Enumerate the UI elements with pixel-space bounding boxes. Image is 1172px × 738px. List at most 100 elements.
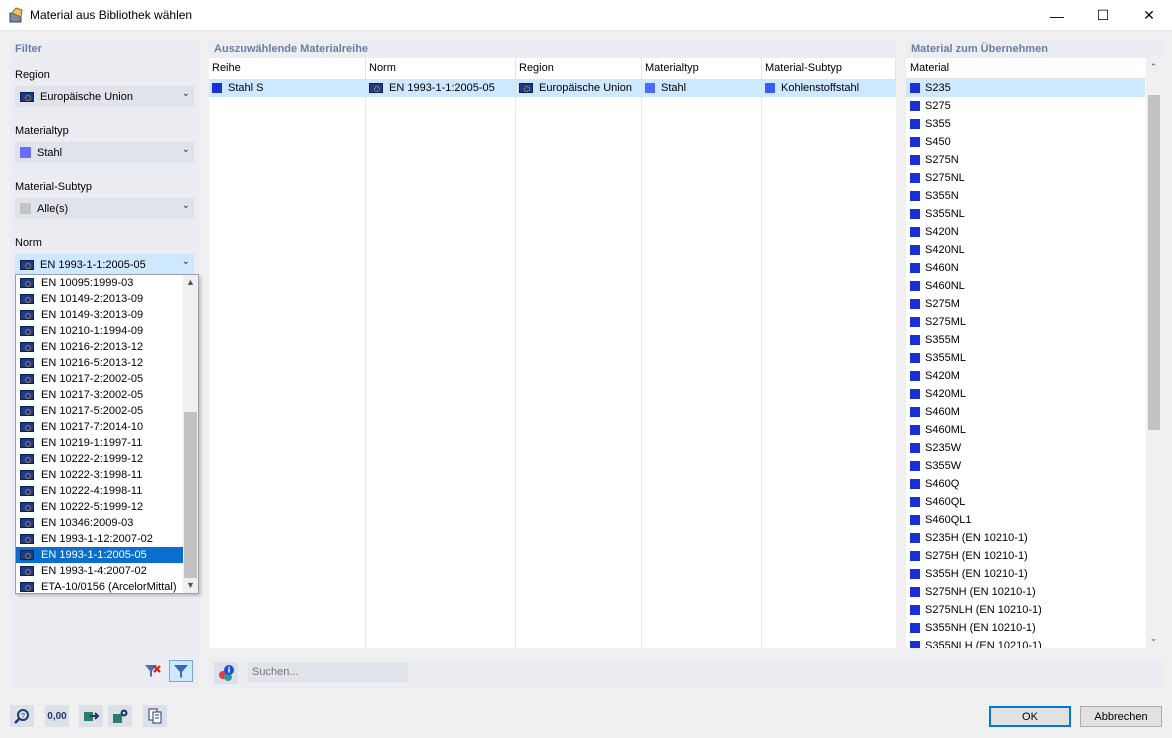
scroll-down-icon[interactable]: ▼ bbox=[183, 578, 198, 593]
norm-option[interactable]: ETA-10/0156 (ArcelorMittal) bbox=[16, 579, 183, 595]
library-button[interactable] bbox=[108, 705, 132, 727]
list-item[interactable]: S235 bbox=[906, 79, 1145, 97]
material-list-scrollbar[interactable]: ⌃ ⌄ bbox=[1146, 58, 1162, 648]
list-item[interactable]: S460NL bbox=[906, 277, 1145, 295]
scroll-down-icon[interactable]: ⌄ bbox=[1146, 631, 1161, 646]
material-series-heading: Auszuwählende Materialreihe bbox=[209, 40, 896, 58]
minimize-button[interactable]: — bbox=[1034, 0, 1080, 31]
list-item[interactable]: S355NH (EN 10210-1) bbox=[906, 619, 1145, 637]
eu-flag-icon bbox=[20, 550, 34, 560]
norm-option[interactable]: EN 10217-3:2002-05 bbox=[16, 387, 183, 403]
list-item[interactable]: S355NL bbox=[906, 205, 1145, 223]
norm-option[interactable]: EN 10222-5:1999-12 bbox=[16, 499, 183, 515]
scroll-thumb[interactable] bbox=[1148, 95, 1160, 430]
norm-option[interactable]: EN 10217-7:2014-10 bbox=[16, 419, 183, 435]
list-item[interactable]: S355N bbox=[906, 187, 1145, 205]
norm-option[interactable]: EN 10222-3:1998-11 bbox=[16, 467, 183, 483]
norm-option[interactable]: EN 10149-3:2013-09 bbox=[16, 307, 183, 323]
norm-option[interactable]: EN 10095:1999-03 bbox=[16, 275, 183, 291]
help-button[interactable]: ? bbox=[10, 705, 34, 727]
search-input[interactable] bbox=[248, 662, 408, 682]
region-combo[interactable]: Europäische Union ⌄ bbox=[15, 86, 194, 107]
list-item[interactable]: S355ML bbox=[906, 349, 1145, 367]
import-button[interactable] bbox=[79, 705, 103, 727]
material-info-button[interactable] bbox=[214, 662, 238, 684]
norm-option[interactable]: EN 10216-2:2013-12 bbox=[16, 339, 183, 355]
norm-option[interactable]: EN 1993-1-1:2005-05 bbox=[16, 547, 183, 563]
copy-button[interactable] bbox=[143, 705, 167, 727]
material-label: S355NH (EN 10210-1) bbox=[925, 622, 1036, 634]
norm-option[interactable]: EN 10149-2:2013-09 bbox=[16, 291, 183, 307]
table-row[interactable]: Stahl S EN 1993-1-1:2005-05 Europäische … bbox=[209, 79, 896, 97]
list-item[interactable]: S275ML bbox=[906, 313, 1145, 331]
list-item[interactable]: S275M bbox=[906, 295, 1145, 313]
scroll-up-icon[interactable]: ▲ bbox=[183, 275, 198, 290]
list-item[interactable]: S460M bbox=[906, 403, 1145, 421]
list-item[interactable]: S420M bbox=[906, 367, 1145, 385]
norm-option[interactable]: EN 10217-2:2002-05 bbox=[16, 371, 183, 387]
norm-option[interactable]: EN 1993-1-12:2007-02 bbox=[16, 531, 183, 547]
norm-option[interactable]: EN 1993-1-4:2007-02 bbox=[16, 563, 183, 579]
norm-option[interactable]: EN 10216-5:2013-12 bbox=[16, 355, 183, 371]
scroll-up-icon[interactable]: ⌃ bbox=[1146, 60, 1161, 75]
list-item[interactable]: S460QL1 bbox=[906, 511, 1145, 529]
chevron-down-icon: ⌄ bbox=[181, 88, 190, 99]
list-item[interactable]: S420N bbox=[906, 223, 1145, 241]
material-label: S460QL1 bbox=[925, 514, 972, 526]
material-label: S355M bbox=[925, 334, 960, 346]
list-item[interactable]: S355M bbox=[906, 331, 1145, 349]
chevron-down-icon: ⌄ bbox=[181, 256, 190, 267]
norm-option[interactable]: EN 10219-1:1997-11 bbox=[16, 435, 183, 451]
materialtyp-combo[interactable]: Stahl ⌄ bbox=[15, 142, 194, 163]
norm-dropdown-scrollbar[interactable]: ▲ ▼ bbox=[183, 275, 198, 593]
list-item[interactable]: S275NL bbox=[906, 169, 1145, 187]
list-item[interactable]: S420ML bbox=[906, 385, 1145, 403]
list-item[interactable]: S420NL bbox=[906, 241, 1145, 259]
norm-option-label: EN 10217-5:2002-05 bbox=[41, 405, 144, 417]
list-item[interactable]: S355 bbox=[906, 115, 1145, 133]
column-divider bbox=[641, 79, 642, 648]
norm-option[interactable]: EN 10210-1:1994-09 bbox=[16, 323, 183, 339]
material-color-swatch bbox=[910, 263, 920, 273]
list-item[interactable]: S235W bbox=[906, 439, 1145, 457]
cancel-button[interactable]: Abbrechen bbox=[1080, 706, 1162, 727]
list-item[interactable]: S275NLH (EN 10210-1) bbox=[906, 601, 1145, 619]
subtyp-combo[interactable]: Alle(s) ⌄ bbox=[15, 198, 194, 219]
list-item[interactable]: S460Q bbox=[906, 475, 1145, 493]
scroll-thumb[interactable] bbox=[184, 412, 197, 578]
list-item[interactable]: S460QL bbox=[906, 493, 1145, 511]
filter-toggle-button[interactable] bbox=[169, 660, 193, 682]
list-item[interactable]: S355W bbox=[906, 457, 1145, 475]
list-item[interactable]: S450 bbox=[906, 133, 1145, 151]
material-color-swatch bbox=[910, 461, 920, 471]
column-header-subtyp[interactable]: Material-Subtyp bbox=[762, 58, 896, 79]
list-item[interactable]: S275 bbox=[906, 97, 1145, 115]
norm-option[interactable]: EN 10217-5:2002-05 bbox=[16, 403, 183, 419]
column-header-materialtyp[interactable]: Materialtyp bbox=[642, 58, 762, 79]
column-header-material[interactable]: Material bbox=[906, 58, 1146, 79]
close-button[interactable]: ✕ bbox=[1126, 0, 1172, 31]
norm-dropdown[interactable]: EN 10095:1999-03 EN 10149-2:2013-09 EN 101… bbox=[15, 274, 199, 594]
list-item[interactable]: S275N bbox=[906, 151, 1145, 169]
norm-option[interactable]: EN 10346:2009-03 bbox=[16, 515, 183, 531]
list-item[interactable]: S355H (EN 10210-1) bbox=[906, 565, 1145, 583]
list-item[interactable]: S235H (EN 10210-1) bbox=[906, 529, 1145, 547]
norm-option[interactable]: EN 10222-4:1998-11 bbox=[16, 483, 183, 499]
norm-option-label: EN 10216-2:2013-12 bbox=[41, 341, 144, 353]
norm-option[interactable]: EN 10222-2:1999-12 bbox=[16, 451, 183, 467]
units-button[interactable]: 0,00 bbox=[45, 705, 69, 727]
column-header-reihe[interactable]: Reihe bbox=[209, 58, 366, 79]
filter-heading: Filter bbox=[10, 40, 199, 58]
list-item[interactable]: S275H (EN 10210-1) bbox=[906, 547, 1145, 565]
list-item[interactable]: S355NLH (EN 10210-1) bbox=[906, 637, 1145, 648]
column-header-region[interactable]: Region bbox=[516, 58, 642, 79]
maximize-button[interactable]: ☐ bbox=[1080, 0, 1126, 31]
ok-button[interactable]: OK bbox=[989, 706, 1071, 727]
norm-combo[interactable]: EN 1993-1-1:2005-05 ⌄ bbox=[15, 254, 194, 275]
list-item[interactable]: S460N bbox=[906, 259, 1145, 277]
eu-flag-icon bbox=[20, 390, 34, 400]
list-item[interactable]: S275NH (EN 10210-1) bbox=[906, 583, 1145, 601]
column-header-norm[interactable]: Norm bbox=[366, 58, 516, 79]
list-item[interactable]: S460ML bbox=[906, 421, 1145, 439]
clear-filter-button[interactable] bbox=[141, 660, 165, 682]
